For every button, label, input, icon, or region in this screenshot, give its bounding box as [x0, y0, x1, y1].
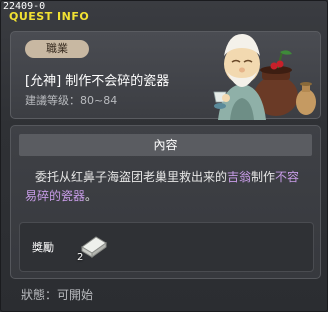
quest-description: 委托从红鼻子海盗团老巢里救出来的吉翁制作不容易碎的瓷器。	[25, 168, 307, 206]
description-text: 。	[85, 189, 98, 203]
reward-count: 2	[77, 252, 84, 263]
job-badge: 職業	[25, 40, 89, 58]
quest-content-panel: 內容 委托从红鼻子海盗团老巢里救出来的吉翁制作不容易碎的瓷器。 獎勵 2	[10, 125, 321, 279]
reward-label: 獎勵	[32, 241, 54, 254]
quest-name: [允神] 制作不会碎的瓷器	[25, 74, 170, 89]
reward-item[interactable]: 2	[76, 231, 110, 263]
description-text: 委托从红鼻子海盗团老巢里救出来的	[35, 170, 228, 184]
npc-name-highlight: 吉翁	[227, 170, 252, 184]
quest-level: 建議等级：80~84	[25, 94, 118, 107]
npc-portrait-icon	[213, 34, 316, 120]
window-title: QUEST INFO	[9, 10, 90, 23]
description-text: 制作	[251, 170, 276, 184]
content-section-header: 內容	[19, 134, 312, 156]
quest-info-window: 22409-0 QUEST INFO 職業 [允神] 制作不会碎的瓷器 建議等级…	[0, 0, 328, 312]
quest-status: 狀態：可開始	[21, 288, 94, 302]
reward-box: 獎勵 2	[19, 222, 314, 272]
quest-header-panel: 職業 [允神] 制作不会碎的瓷器 建議等级：80~84	[10, 31, 321, 120]
